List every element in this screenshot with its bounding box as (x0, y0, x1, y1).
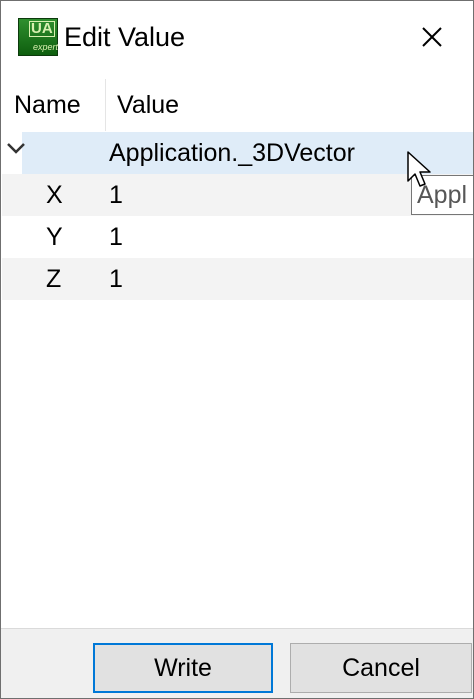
column-divider[interactable] (105, 79, 106, 131)
tree-row-parent[interactable]: Application._3DVector (2, 132, 473, 174)
tree-row-x[interactable]: X 1 (2, 174, 473, 216)
row-value[interactable]: 1 (109, 178, 123, 212)
column-header-value[interactable]: Value (117, 85, 179, 125)
window-title: Edit Value (64, 22, 186, 52)
cancel-button[interactable]: Cancel (290, 643, 472, 693)
close-button[interactable] (403, 13, 461, 61)
row-value[interactable]: 1 (109, 262, 123, 296)
row-name: Z (46, 265, 62, 293)
row-value[interactable]: Application._3DVector (109, 136, 355, 170)
uaexpert-logo-icon: UA expert (18, 18, 58, 56)
mouse-cursor-icon (407, 151, 433, 194)
tree-row-z[interactable]: Z 1 (2, 258, 473, 300)
row-name: X (46, 181, 63, 209)
row-name: Y (46, 223, 63, 251)
expand-chevron-icon[interactable] (6, 142, 26, 161)
tree-row-y[interactable]: Y 1 (2, 216, 473, 258)
column-header-name[interactable]: Name (14, 85, 81, 125)
close-icon (422, 27, 442, 47)
value-tree: Name Value Application._3DVector X 1 Y 1… (2, 73, 473, 626)
write-button[interactable]: Write (93, 643, 273, 693)
dialog-footer: Write Cancel (1, 628, 473, 698)
edit-value-dialog: UA expert Edit Value Name Value Applicat… (0, 0, 474, 699)
row-value[interactable]: 1 (109, 220, 123, 254)
title-bar: UA expert Edit Value (1, 1, 473, 73)
